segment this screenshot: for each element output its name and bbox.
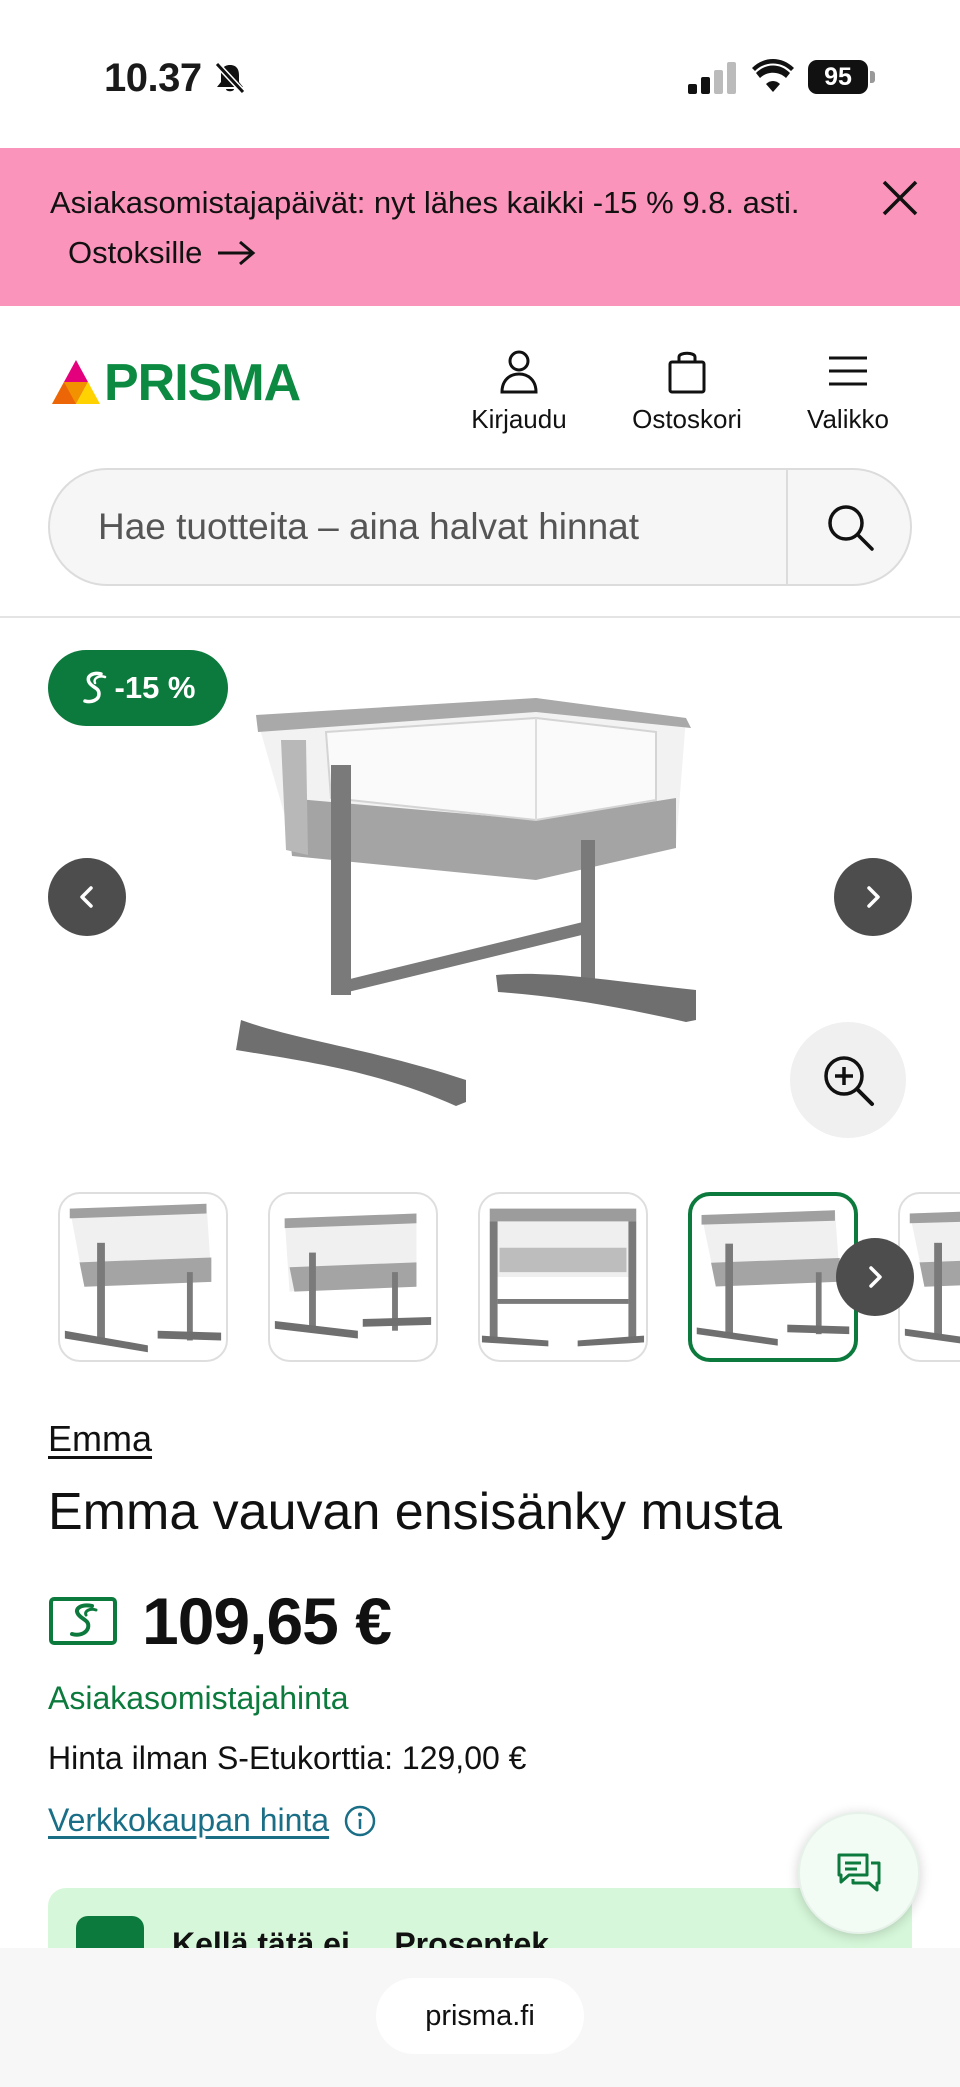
url-bar[interactable]: prisma.fi	[376, 1978, 584, 2054]
thumbnail-2[interactable]	[268, 1192, 438, 1362]
cart-label: Ostoskori	[632, 404, 742, 434]
discount-value: -15 %	[114, 670, 196, 705]
hamburger-menu-icon	[829, 356, 867, 386]
search-button[interactable]	[788, 470, 912, 584]
promo-card-s-logo-icon	[76, 1916, 144, 1948]
thumbnail-1[interactable]	[58, 1192, 228, 1362]
zoom-in-icon	[824, 1056, 874, 1106]
zoom-button[interactable]	[790, 1022, 906, 1138]
browser-bottom-bar: prisma.fi	[0, 1948, 960, 2087]
online-price-link[interactable]: Verkkokaupan hinta	[48, 1802, 329, 1839]
promo-text-block: Asiakasomistajapäivät: nyt lähes kaikki …	[50, 178, 850, 278]
bell-muted-icon	[214, 61, 246, 95]
promo-link-label: Ostoksille	[68, 235, 203, 270]
product-price: 109,65 €	[142, 1584, 392, 1658]
search-bar	[48, 468, 912, 586]
chevron-right-icon	[867, 886, 880, 908]
arrow-right-icon	[218, 240, 256, 266]
login-label: Kirjaudu	[471, 404, 567, 434]
thumbnails-next-button[interactable]	[836, 1238, 914, 1316]
status-time: 10.37	[104, 56, 202, 100]
prisma-logo[interactable]: PRISMA	[50, 354, 301, 412]
prisma-triangle-logo-icon	[52, 360, 100, 404]
promo-banner: Asiakasomistajapäivät: nyt lähes kaikki …	[0, 148, 960, 306]
battery-cap	[870, 71, 875, 83]
crib-thumbnail-image	[64, 1203, 222, 1353]
cellular-signal-icon	[688, 62, 736, 94]
chevron-right-icon	[869, 1266, 882, 1288]
menu-button[interactable]: Valikko	[800, 348, 896, 435]
battery-indicator: 95	[808, 60, 876, 94]
crib-thumbnail-image	[274, 1213, 432, 1339]
discount-badge: -15 %	[48, 650, 228, 726]
user-icon	[500, 350, 538, 394]
online-price-row[interactable]: Verkkokaupan hinta	[48, 1802, 377, 1839]
member-price-label: Asiakasomistajahinta	[48, 1680, 349, 1716]
chevron-left-icon	[80, 886, 93, 908]
login-button[interactable]: Kirjaudu	[464, 348, 574, 435]
site-header: PRISMA Kirjaudu Ostoskori Valikko	[0, 306, 960, 466]
search-input[interactable]	[98, 470, 778, 584]
thumbnail-3[interactable]	[478, 1192, 648, 1362]
s-member-logo-icon	[82, 671, 106, 704]
product-image-crib[interactable]	[236, 670, 716, 1120]
wifi-icon	[752, 59, 794, 92]
promo-shop-link[interactable]: Ostoksille	[68, 228, 256, 278]
info-icon[interactable]	[343, 1804, 377, 1838]
battery-level: 95	[808, 60, 868, 94]
shopping-bag-icon	[668, 351, 706, 394]
gallery-prev-button[interactable]	[48, 858, 126, 936]
promo-card-text: Kellä tätä ei ... Prosentek	[172, 1926, 550, 1948]
regular-price: Hinta ilman S-Etukorttia: 129,00 €	[48, 1740, 527, 1776]
s-card-price-icon	[49, 1597, 117, 1645]
brand-link[interactable]: Emma	[48, 1418, 152, 1460]
close-icon[interactable]	[880, 178, 920, 218]
chat-button[interactable]	[798, 1812, 920, 1934]
search-icon	[828, 505, 874, 551]
logo-text: PRISMA	[104, 354, 301, 412]
header-divider	[0, 616, 960, 618]
status-bar: 10.37 95	[0, 0, 960, 148]
product-title: Emma vauvan ensisänky musta	[48, 1483, 783, 1541]
cart-button[interactable]: Ostoskori	[620, 348, 754, 435]
promo-card[interactable]: Kellä tätä ei ... Prosentek	[48, 1888, 912, 1948]
chat-bubbles-icon	[837, 1853, 881, 1892]
crib-thumbnail-image	[696, 1210, 850, 1346]
menu-label: Valikko	[807, 404, 889, 434]
promo-text: Asiakasomistajapäivät: nyt lähes kaikki …	[50, 185, 800, 220]
gallery-next-button[interactable]	[834, 858, 912, 936]
thumbnail-strip	[0, 1190, 960, 1366]
price-row: 109,65 €	[48, 1584, 392, 1658]
crib-thumbnail-image	[481, 1208, 645, 1347]
thumbnail-4-selected[interactable]	[688, 1192, 858, 1362]
